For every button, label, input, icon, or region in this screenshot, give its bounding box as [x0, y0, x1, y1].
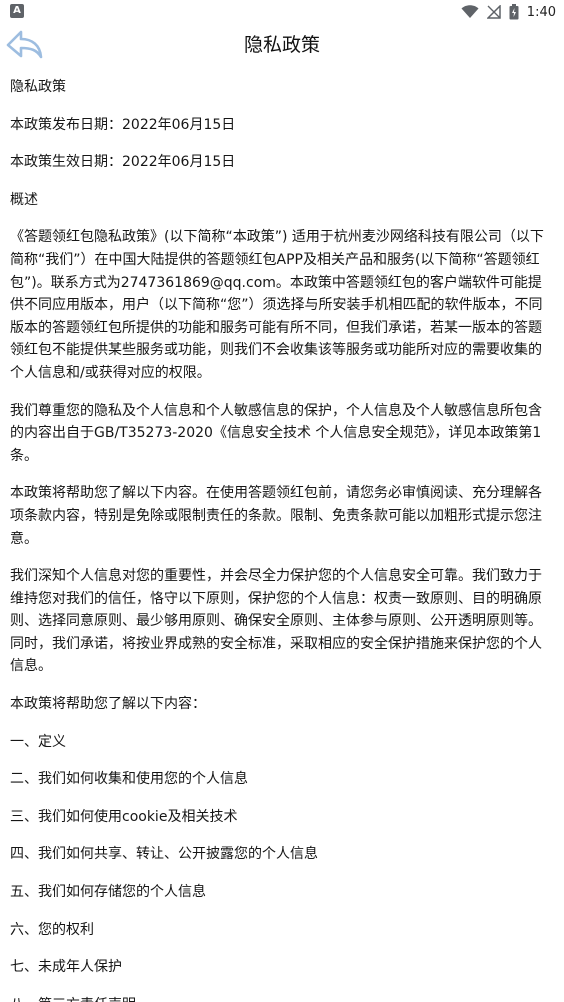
app-header: 隐私政策 [0, 24, 564, 70]
overview-label: 概述 [10, 191, 38, 208]
back-button[interactable] [4, 26, 46, 66]
policy-paragraph: 《答题领红包隐私政策》(以下简称“本政策”) 适用于杭州麦沙网络科技有限公司（以… [10, 229, 544, 381]
publish-date: 本政策发布日期：2022年06月15日 [10, 116, 236, 133]
effective-date: 本政策生效日期：2022年06月15日 [10, 154, 236, 171]
toc-item: 五、我们如何存储您的个人信息 [10, 884, 206, 901]
policy-paragraph: 本政策将帮助您了解以下内容。在使用答题领红包前，请您务必审慎阅读、充分理解各项条… [10, 485, 542, 547]
toc-intro: 本政策将帮助您了解以下内容： [10, 696, 206, 713]
signal-icon [486, 5, 501, 19]
battery-icon [509, 4, 519, 20]
page-title: 隐私政策 [243, 34, 320, 56]
back-arrow-icon [6, 30, 43, 59]
toc-item: 三、我们如何使用cookie及相关技术 [10, 808, 238, 825]
notification-a-icon: A [10, 4, 24, 18]
toc-item: 六、您的权利 [10, 921, 94, 938]
status-right-group: 1:40 [461, 2, 556, 22]
policy-content: 隐私政策 本政策发布日期：2022年06月15日 本政策生效日期：2022年06… [0, 70, 564, 1002]
policy-paragraph: 我们尊重您的隐私及个人信息和个人敏感信息的保护，个人信息及个人敏感信息所包含的内… [10, 402, 542, 464]
status-time: 1:40 [526, 4, 556, 20]
toc-item: 二、我们如何收集和使用您的个人信息 [10, 771, 248, 788]
toc-item: 七、未成年人保护 [10, 959, 122, 976]
policy-heading: 隐私政策 [10, 79, 66, 95]
policy-paragraph: 我们深知个人信息对您的重要性，并会尽全力保护您的个人信息安全可靠。我们致力于维持… [10, 568, 542, 675]
toc-item: 八、第三方责任声明 [10, 994, 554, 1002]
toc-item: 四、我们如何共享、转让、公开披露您的个人信息 [10, 846, 318, 863]
status-bar: A 1:40 [0, 0, 564, 24]
toc-item: 一、定义 [10, 733, 66, 750]
wifi-icon [461, 5, 479, 18]
